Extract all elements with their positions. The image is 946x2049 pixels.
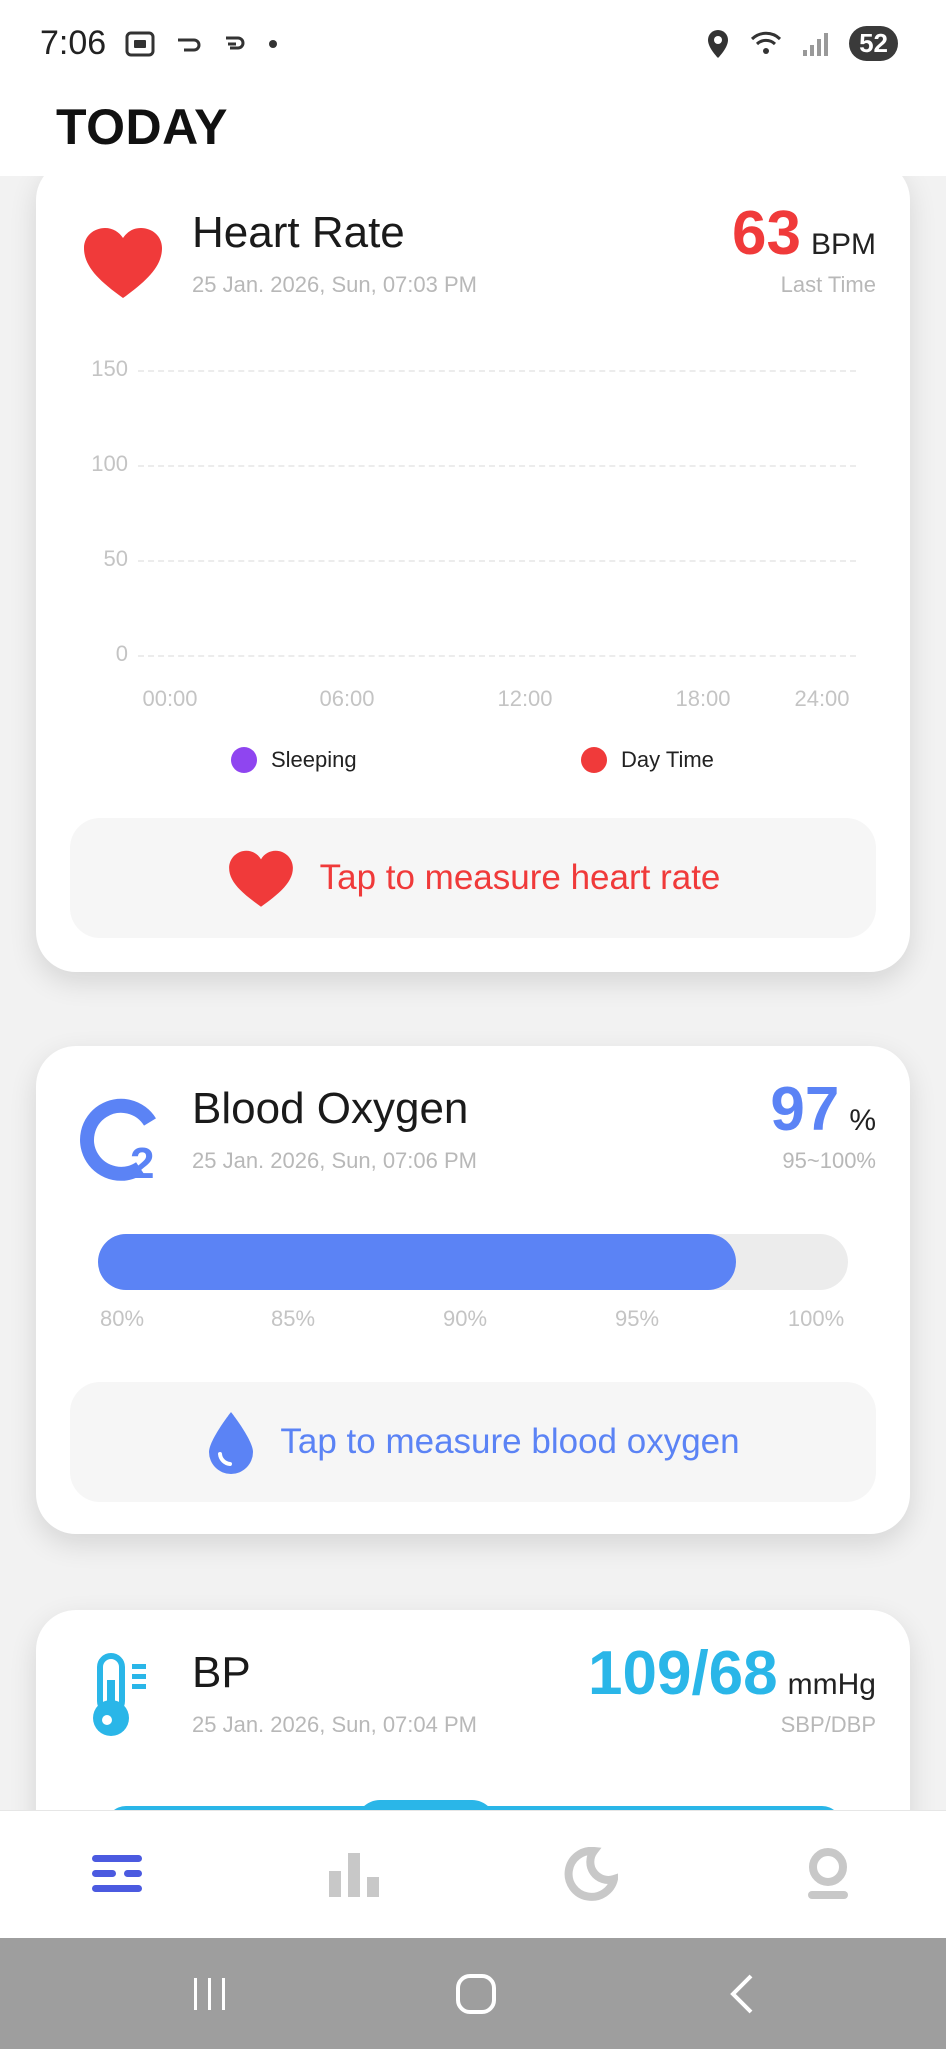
x-axis-label: 24:00 [794,686,850,711]
measure-blood-oxygen-label: Tap to measure blood oxygen [280,1422,740,1461]
blood-oxygen-card[interactable]: 2 Blood Oxygen 25 Jan. 2026, Sun, 07:06 … [36,1046,910,1534]
system-nav-bar [0,1938,946,2049]
back-chevron-icon [730,1974,753,2014]
measure-blood-oxygen-button[interactable]: Tap to measure blood oxygen [70,1382,876,1502]
battery-level: 52 [849,26,898,61]
bp-date: 25 Jan. 2026, Sun, 07:04 PM [192,1712,477,1737]
heart-icon [228,850,293,907]
legend-label: Day Time [621,747,714,772]
legend-sleeping: Sleeping [231,747,357,773]
dot-icon [269,40,277,48]
legend-label: Sleeping [271,747,357,772]
header: TODAY [0,92,946,176]
scale-label: 90% [442,1306,488,1331]
status-system-icons: 52 [705,26,898,61]
heart-rate-card[interactable]: Heart Rate 25 Jan. 2026, Sun, 07:03 PM 6… [36,176,910,972]
grid-line [138,655,856,657]
location-icon [708,29,729,58]
link-icon [178,38,201,52]
signal-icon [803,32,829,56]
blood-oxygen-bar-fill [98,1234,736,1290]
water-drop-icon [209,1412,254,1474]
back-button[interactable] [712,1966,772,2022]
nav-profile[interactable] [793,1839,863,1909]
cast-icon [226,36,245,50]
legend-daytime: Day Time [581,747,714,773]
wifi-icon [751,31,782,54]
heart-rate-value: 63 [732,199,801,268]
measure-heart-rate-button[interactable]: Tap to measure heart rate [70,818,876,938]
bp-title: BP [192,1648,251,1697]
grid-line [138,465,856,467]
bp-value: 109/68 [588,1639,778,1708]
x-axis-label: 12:00 [497,686,553,711]
svg-text:2: 2 [130,1139,154,1184]
nav-today[interactable] [82,1839,152,1909]
blood-oxygen-date: 25 Jan. 2026, Sun, 07:06 PM [192,1148,477,1173]
legend-dot [581,747,607,773]
recent-apps-button[interactable] [180,1966,240,2022]
blood-oxygen-title: Blood Oxygen [192,1084,469,1133]
grid-line [138,370,856,372]
sleep-moon-icon [564,1847,618,1901]
nav-stats[interactable] [319,1839,389,1909]
page-title: TODAY [56,99,229,155]
stats-bar-icon [329,1853,379,1897]
recent-apps-icon [194,1978,225,2010]
heart-rate-reading: 63 BPM [732,198,876,269]
grid-line [138,560,856,562]
scale-label: 85% [270,1306,316,1331]
measure-heart-rate-label: Tap to measure heart rate [319,858,721,897]
heart-rate-date: 25 Jan. 2026, Sun, 07:03 PM [192,272,477,297]
y-axis-label: 50 [103,546,128,571]
x-axis-label: 18:00 [675,686,731,711]
blood-oxygen-unit: % [849,1104,876,1137]
y-axis-label: 150 [91,356,128,381]
heart-rate-unit: BPM [810,228,876,261]
y-axis-label: 100 [91,451,128,476]
blood-oxygen-bar-track [98,1234,848,1290]
bp-sub: SBP/DBP [780,1712,876,1737]
scale-label: 80% [99,1306,145,1331]
bp-reading: 109/68 mmHg [588,1638,876,1709]
status-bar: 7:06 52 [0,0,946,92]
profile-icon [808,1848,848,1899]
screenshot-icon [125,31,155,57]
home-button[interactable] [446,1966,506,2022]
x-axis-label: 06:00 [319,686,375,711]
heart-rate-title: Heart Rate [192,208,405,257]
blood-oxygen-reading: 97 % [770,1074,876,1145]
main-content[interactable]: Heart Rate 25 Jan. 2026, Sun, 07:03 PM 6… [0,176,946,1810]
home-icon [456,1974,496,2014]
blood-oxygen-value: 97 [770,1075,840,1144]
status-notification-icons [124,28,280,60]
scale-label: 100% [787,1306,845,1331]
thermometer-icon [93,1653,146,1736]
heart-icon [84,228,162,298]
x-axis-label: 00:00 [142,686,198,711]
today-list-icon [92,1855,142,1892]
blood-oxygen-sub: 95~100% [782,1148,876,1173]
bottom-nav [0,1810,946,1938]
scale-label: 95% [614,1306,660,1331]
legend-dot [231,747,257,773]
heart-rate-sub: Last Time [780,272,876,297]
bp-card[interactable]: BP 25 Jan. 2026, Sun, 07:04 PM 109/68 mm… [36,1610,910,1810]
nav-sleep[interactable] [556,1839,626,1909]
o2-icon: 2 [80,1098,156,1184]
y-axis-label: 0 [115,641,128,666]
bp-unit: mmHg [787,1668,876,1701]
status-time: 7:06 [40,24,107,62]
